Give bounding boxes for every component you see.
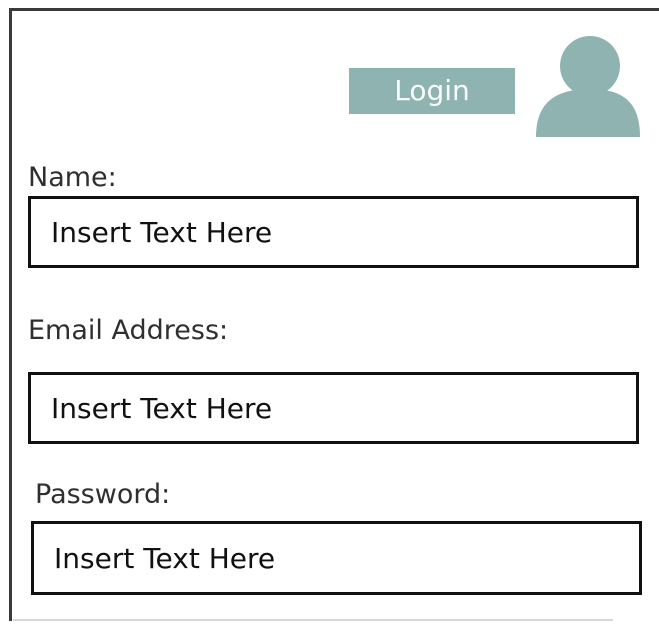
name-input[interactable]: Insert Text Here bbox=[28, 196, 639, 268]
email-address-label: Email Address: bbox=[28, 315, 229, 346]
password-input[interactable]: Insert Text Here bbox=[31, 521, 642, 595]
email-address-input[interactable]: Insert Text Here bbox=[28, 372, 639, 444]
user-avatar-icon bbox=[536, 36, 640, 137]
name-label: Name: bbox=[28, 162, 117, 193]
bottom-divider bbox=[13, 619, 613, 621]
password-label: Password: bbox=[35, 479, 171, 510]
login-button[interactable]: Login bbox=[349, 68, 515, 114]
